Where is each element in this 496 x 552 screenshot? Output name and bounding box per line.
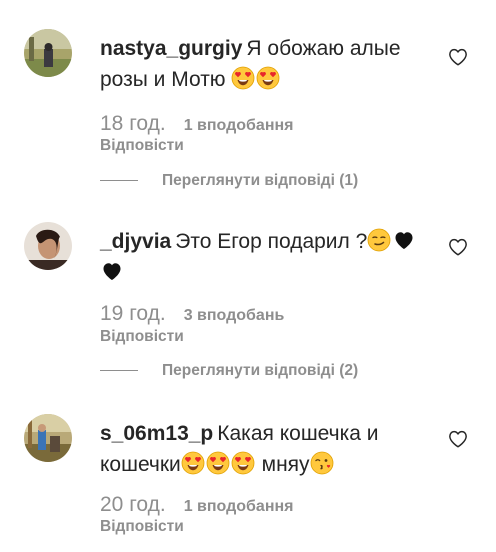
reply-button[interactable]: Відповісти (100, 136, 184, 156)
comment-body: Какая кошечка и (217, 422, 379, 445)
comment-meta: 19 год. 3 вподобань (100, 301, 284, 327)
view-replies-label: Переглянути відповіді (2) (162, 362, 359, 379)
reply-button[interactable]: Відповісти (100, 517, 184, 537)
comment-body: Я обожаю алые (246, 37, 401, 60)
comment-username[interactable]: _djyvia (100, 230, 171, 253)
avatar[interactable] (24, 29, 72, 77)
reply-button[interactable]: Відповісти (100, 327, 184, 347)
comment-meta: 18 год. 1 вподобання (100, 111, 293, 137)
comment-time[interactable]: 18 год. (100, 112, 166, 135)
avatar[interactable] (24, 414, 72, 462)
comment-body-line2-end: мняу (261, 453, 310, 476)
comment-text: s_06m13_p Какая кошечка и кошечки мняу (100, 418, 440, 480)
comment-body-line2: розы и Мотю (100, 68, 226, 91)
comment-username[interactable]: s_06m13_p (100, 422, 213, 445)
heart-outline-icon[interactable] (448, 238, 468, 256)
comment-text: nastya_gurgiy Я обожаю алые розы и Мотю (100, 33, 440, 95)
divider (100, 180, 138, 182)
heart-eyes-emoji (231, 451, 255, 475)
heart-outline-icon[interactable] (448, 48, 468, 66)
comment-likes[interactable]: 1 вподобання (184, 498, 294, 515)
comment-likes[interactable]: 1 вподобання (184, 117, 294, 134)
comment-body: Это Егор подарил ? (175, 230, 368, 253)
black-heart-emoji (392, 228, 416, 252)
face-blowing-kiss-emoji (310, 451, 334, 475)
view-replies-button[interactable]: Переглянути відповіді (1) (100, 171, 358, 191)
smirking-face-emoji (367, 228, 391, 252)
comment-username[interactable]: nastya_gurgiy (100, 37, 242, 60)
black-heart-emoji (100, 259, 124, 283)
avatar[interactable] (24, 222, 72, 270)
heart-eyes-emoji (231, 66, 255, 90)
comment-likes[interactable]: 3 вподобань (184, 307, 285, 324)
divider (100, 370, 138, 372)
comment-text: _djyvia Это Егор подарил ? (100, 226, 440, 288)
view-replies-button[interactable]: Переглянути відповіді (2) (100, 361, 358, 381)
heart-outline-icon[interactable] (448, 430, 468, 448)
view-replies-label: Переглянути відповіді (1) (162, 172, 359, 189)
comment-time[interactable]: 20 год. (100, 493, 166, 516)
comment-body-line2: кошечки (100, 453, 181, 476)
heart-eyes-emoji (256, 66, 280, 90)
comment-time[interactable]: 19 год. (100, 302, 166, 325)
comment-meta: 20 год. 1 вподобання (100, 492, 293, 518)
heart-eyes-emoji (206, 451, 230, 475)
heart-eyes-emoji (181, 451, 205, 475)
